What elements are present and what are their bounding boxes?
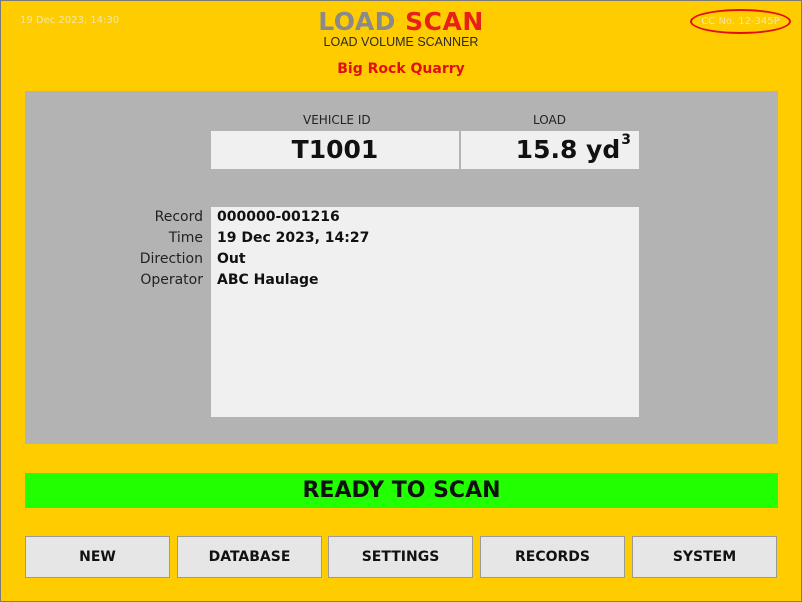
record-details-box: Record 000000-001216 Time 19 Dec 2023, 1… [140, 207, 639, 417]
operator-label: Operator [140, 272, 203, 288]
record-value: 000000-001216 [217, 209, 340, 225]
site-name: Big Rock Quarry [337, 61, 465, 77]
scan-info-panel: VEHICLE ID LOAD T1001 15.8 yd3 Record 00… [25, 91, 778, 444]
vehicle-id-field[interactable]: T1001 [211, 131, 459, 169]
direction-value: Out [217, 251, 246, 267]
load-unit-exponent: 3 [621, 132, 631, 148]
time-row: Time 19 Dec 2023, 14:27 [169, 228, 639, 249]
system-button[interactable]: SYSTEM [632, 536, 777, 578]
logo-subtitle: LOAD VOLUME SCANNER [323, 35, 479, 49]
record-label: Record [154, 209, 203, 225]
operator-row: Operator ABC Haulage [140, 270, 639, 291]
time-label: Time [168, 230, 203, 246]
operator-value: ABC Haulage [217, 272, 319, 288]
vehicle-id-label: VEHICLE ID [303, 113, 371, 127]
load-value: 15.8 yd [515, 135, 621, 164]
direction-label: Direction [139, 251, 203, 267]
status-banner: READY TO SCAN [25, 473, 778, 508]
logo-load-text: LOAD [318, 7, 396, 36]
time-value: 19 Dec 2023, 14:27 [217, 230, 370, 246]
load-value-field: 15.8 yd3 [461, 131, 639, 169]
record-row: Record 000000-001216 [155, 207, 639, 228]
direction-row: Direction Out [140, 249, 639, 270]
records-button[interactable]: RECORDS [480, 536, 625, 578]
scanner-screen: 19 Dec 2023, 14:30 CC No. 12-345P LOAD S… [0, 0, 802, 602]
cc-number-badge: CC No. 12-345P [690, 9, 791, 34]
database-button[interactable]: DATABASE [177, 536, 322, 578]
header-datetime: 19 Dec 2023, 14:30 [20, 15, 120, 26]
loadscan-logo: LOAD SCAN LOAD VOLUME SCANNER [301, 7, 501, 49]
logo-wordmark: LOAD SCAN [301, 7, 501, 37]
new-button[interactable]: NEW [25, 536, 170, 578]
settings-button[interactable]: SETTINGS [328, 536, 473, 578]
logo-scan-text: SCAN [405, 7, 484, 36]
load-label: LOAD [533, 113, 566, 127]
